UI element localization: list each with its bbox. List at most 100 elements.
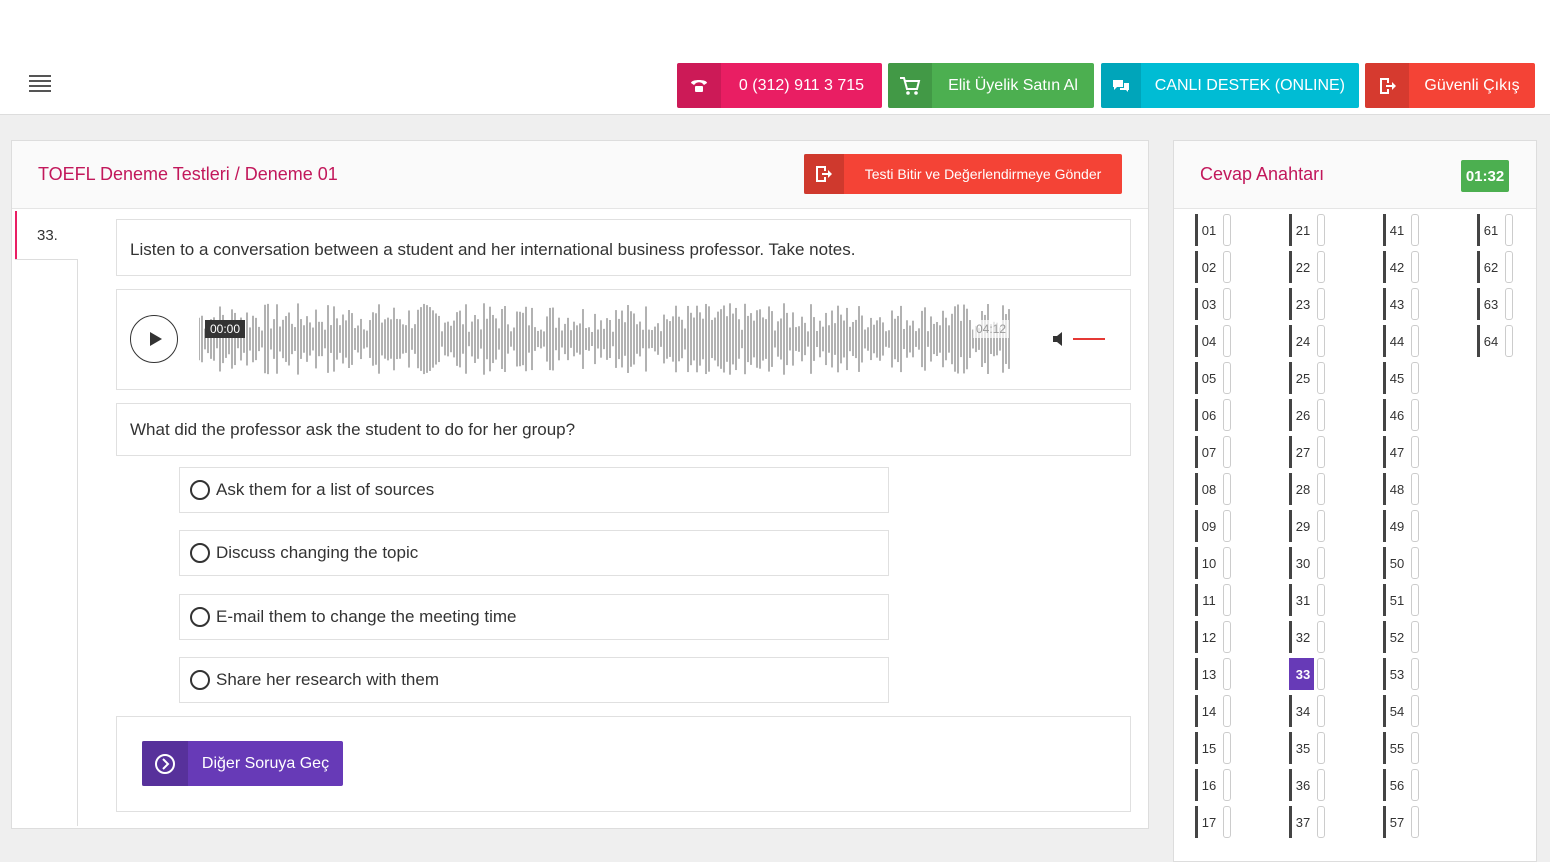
answer-key-number[interactable]: 32 xyxy=(1289,621,1314,653)
answer-key-item[interactable]: 09 xyxy=(1195,510,1233,542)
answer-key-number[interactable]: 57 xyxy=(1383,806,1408,838)
answer-key-item[interactable]: 15 xyxy=(1195,732,1233,764)
answer-key-number[interactable]: 06 xyxy=(1195,399,1220,431)
answer-key-number[interactable]: 09 xyxy=(1195,510,1220,542)
answer-key-item[interactable]: 06 xyxy=(1195,399,1233,431)
live-support-button[interactable]: CANLI DESTEK (ONLINE) xyxy=(1101,63,1359,108)
answer-key-item[interactable]: 24 xyxy=(1289,325,1327,357)
answer-key-number[interactable]: 23 xyxy=(1289,288,1314,320)
answer-key-item[interactable]: 46 xyxy=(1383,399,1421,431)
answer-key-number[interactable]: 56 xyxy=(1383,769,1408,801)
answer-key-item[interactable]: 25 xyxy=(1289,362,1327,394)
answer-option[interactable]: Share her research with them xyxy=(179,657,889,703)
answer-key-item[interactable]: 14 xyxy=(1195,695,1233,727)
answer-key-number[interactable]: 37 xyxy=(1289,806,1314,838)
answer-key-item[interactable]: 10 xyxy=(1195,547,1233,579)
answer-key-number[interactable]: 02 xyxy=(1195,251,1220,283)
answer-key-number[interactable]: 26 xyxy=(1289,399,1314,431)
answer-key-item[interactable]: 35 xyxy=(1289,732,1327,764)
answer-key-number[interactable]: 51 xyxy=(1383,584,1408,616)
answer-key-item[interactable]: 05 xyxy=(1195,362,1233,394)
answer-key-number[interactable]: 10 xyxy=(1195,547,1220,579)
menu-icon[interactable] xyxy=(29,75,51,95)
answer-key-item[interactable]: 21 xyxy=(1289,214,1327,246)
answer-key-number[interactable]: 17 xyxy=(1195,806,1220,838)
answer-key-item[interactable]: 61 xyxy=(1477,214,1515,246)
answer-key-item[interactable]: 48 xyxy=(1383,473,1421,505)
answer-key-item[interactable]: 22 xyxy=(1289,251,1327,283)
answer-key-number[interactable]: 31 xyxy=(1289,584,1314,616)
answer-key-number[interactable]: 61 xyxy=(1477,214,1502,246)
answer-key-item[interactable]: 56 xyxy=(1383,769,1421,801)
answer-key-item[interactable]: 27 xyxy=(1289,436,1327,468)
answer-key-number[interactable]: 54 xyxy=(1383,695,1408,727)
answer-key-number[interactable]: 45 xyxy=(1383,362,1408,394)
answer-key-item[interactable]: 42 xyxy=(1383,251,1421,283)
answer-key-number[interactable]: 62 xyxy=(1477,251,1502,283)
answer-key-number[interactable]: 34 xyxy=(1289,695,1314,727)
answer-key-item[interactable]: 02 xyxy=(1195,251,1233,283)
answer-key-number[interactable]: 47 xyxy=(1383,436,1408,468)
answer-option[interactable]: E-mail them to change the meeting time xyxy=(179,594,889,640)
answer-key-item[interactable]: 07 xyxy=(1195,436,1233,468)
answer-key-item[interactable]: 03 xyxy=(1195,288,1233,320)
answer-key-number[interactable]: 01 xyxy=(1195,214,1220,246)
answer-key-number[interactable]: 63 xyxy=(1477,288,1502,320)
answer-key-item[interactable]: 01 xyxy=(1195,214,1233,246)
play-button[interactable] xyxy=(130,315,178,363)
answer-key-item[interactable]: 32 xyxy=(1289,621,1327,653)
answer-key-number[interactable]: 14 xyxy=(1195,695,1220,727)
answer-key-number[interactable]: 30 xyxy=(1289,547,1314,579)
answer-key-item[interactable]: 54 xyxy=(1383,695,1421,727)
answer-key-item[interactable]: 64 xyxy=(1477,325,1515,357)
phone-button[interactable]: 0 (312) 911 3 715 xyxy=(677,63,882,108)
answer-key-number[interactable]: 49 xyxy=(1383,510,1408,542)
answer-key-number[interactable]: 25 xyxy=(1289,362,1314,394)
answer-key-number[interactable]: 24 xyxy=(1289,325,1314,357)
membership-button[interactable]: Elit Üyelik Satın Al xyxy=(888,63,1094,108)
answer-key-number[interactable]: 08 xyxy=(1195,473,1220,505)
answer-key-number[interactable]: 29 xyxy=(1289,510,1314,542)
answer-key-number[interactable]: 12 xyxy=(1195,621,1220,653)
answer-key-number[interactable]: 64 xyxy=(1477,325,1502,357)
answer-key-number[interactable]: 50 xyxy=(1383,547,1408,579)
answer-key-number[interactable]: 53 xyxy=(1383,658,1408,690)
answer-key-item[interactable]: 08 xyxy=(1195,473,1233,505)
volume-icon[interactable] xyxy=(1052,332,1066,351)
answer-key-number[interactable]: 16 xyxy=(1195,769,1220,801)
answer-option[interactable]: Discuss changing the topic xyxy=(179,530,889,576)
answer-key-number[interactable]: 35 xyxy=(1289,732,1314,764)
answer-key-number[interactable]: 43 xyxy=(1383,288,1408,320)
answer-key-item[interactable]: 26 xyxy=(1289,399,1327,431)
answer-key-number[interactable]: 41 xyxy=(1383,214,1408,246)
radio-button[interactable] xyxy=(190,480,210,500)
answer-key-item[interactable]: 52 xyxy=(1383,621,1421,653)
answer-key-item[interactable]: 55 xyxy=(1383,732,1421,764)
answer-key-item[interactable]: 49 xyxy=(1383,510,1421,542)
answer-key-item[interactable]: 50 xyxy=(1383,547,1421,579)
answer-key-item[interactable]: 62 xyxy=(1477,251,1515,283)
answer-key-item[interactable]: 43 xyxy=(1383,288,1421,320)
answer-key-number[interactable]: 28 xyxy=(1289,473,1314,505)
answer-key-item[interactable]: 17 xyxy=(1195,806,1233,838)
answer-key-number[interactable]: 07 xyxy=(1195,436,1220,468)
answer-key-number[interactable]: 52 xyxy=(1383,621,1408,653)
answer-key-number[interactable]: 42 xyxy=(1383,251,1408,283)
answer-key-item[interactable]: 31 xyxy=(1289,584,1327,616)
answer-key-number[interactable]: 03 xyxy=(1195,288,1220,320)
answer-key-item[interactable]: 34 xyxy=(1289,695,1327,727)
answer-key-number[interactable]: 48 xyxy=(1383,473,1408,505)
answer-key-item[interactable]: 53 xyxy=(1383,658,1421,690)
answer-key-number[interactable]: 36 xyxy=(1289,769,1314,801)
answer-key-number[interactable]: 22 xyxy=(1289,251,1314,283)
logout-button[interactable]: Güvenli Çıkış xyxy=(1365,63,1535,108)
answer-key-item[interactable]: 30 xyxy=(1289,547,1327,579)
answer-key-number[interactable]: 04 xyxy=(1195,325,1220,357)
radio-button[interactable] xyxy=(190,607,210,627)
answer-key-number[interactable]: 15 xyxy=(1195,732,1220,764)
answer-key-item[interactable]: 13 xyxy=(1195,658,1233,690)
answer-key-number[interactable]: 46 xyxy=(1383,399,1408,431)
answer-key-item[interactable]: 28 xyxy=(1289,473,1327,505)
answer-key-item[interactable]: 44 xyxy=(1383,325,1421,357)
answer-key-item[interactable]: 16 xyxy=(1195,769,1233,801)
